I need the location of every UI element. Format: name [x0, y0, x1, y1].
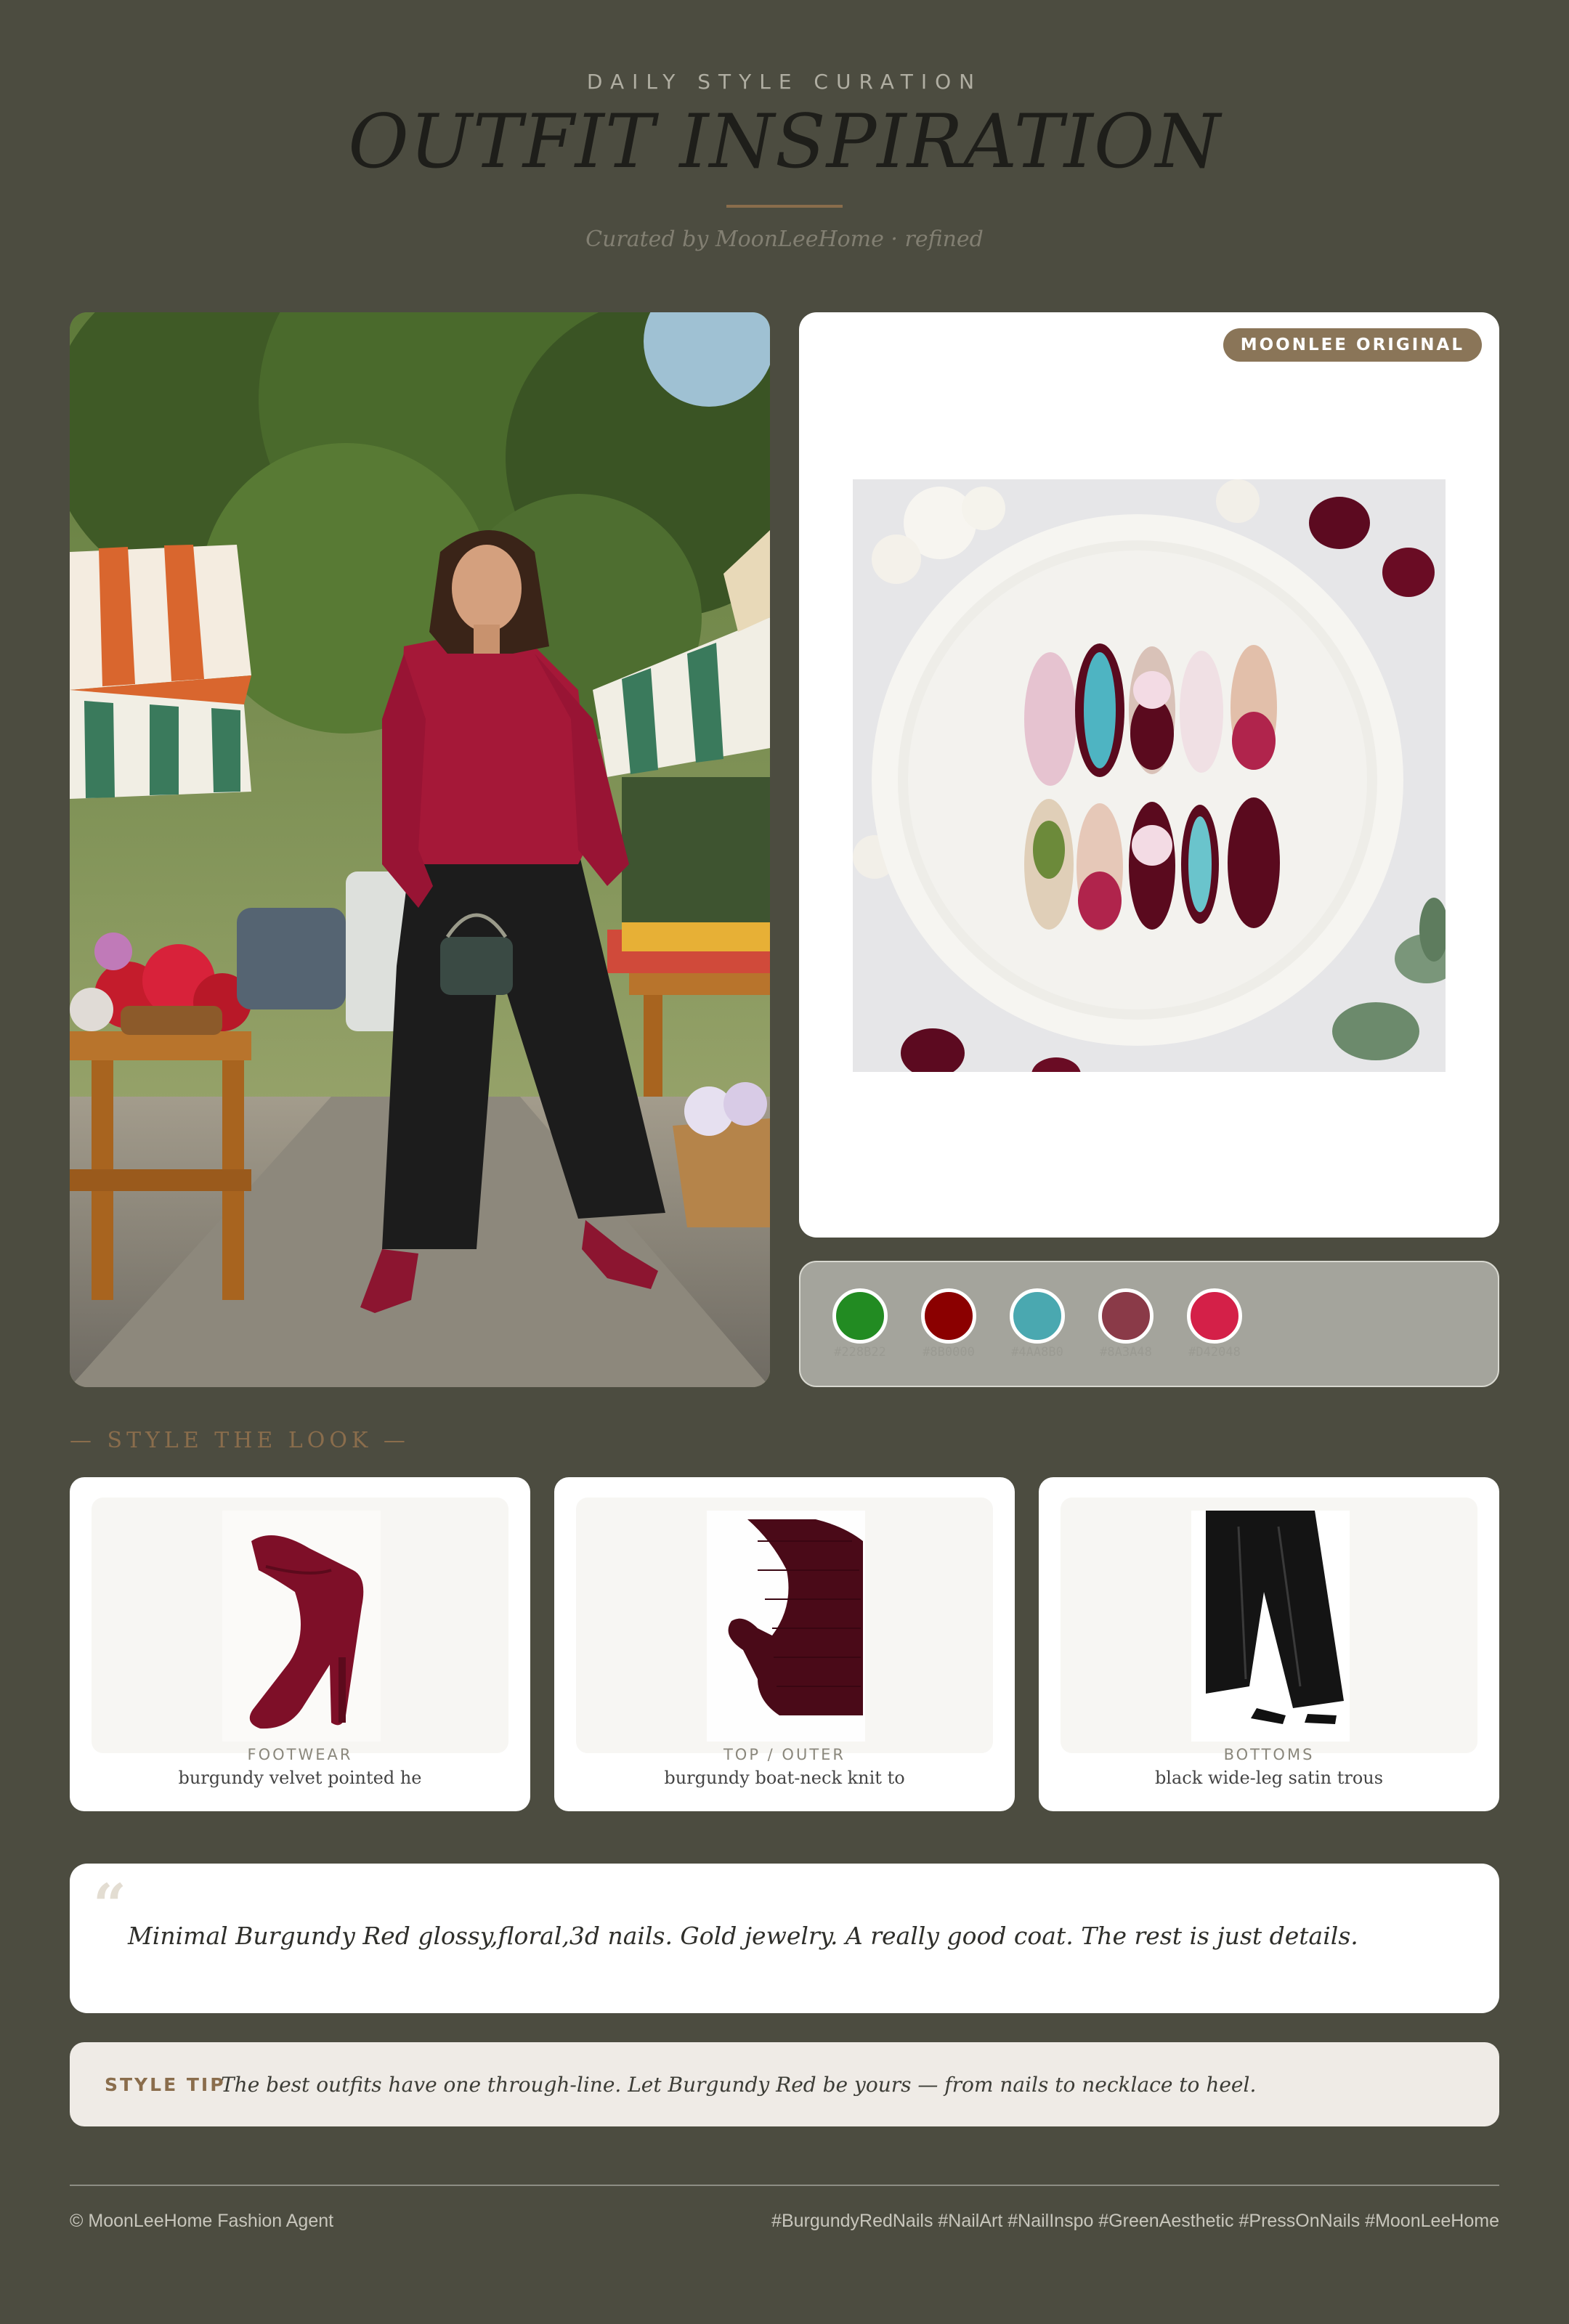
quote-text: Minimal Burgundy Red glossy,floral,3d na…	[128, 1922, 1358, 1950]
page-subtitle: Curated by MoonLeeHome · refined	[585, 227, 984, 252]
footer-hashtags[interactable]: #BurgundyRedNails #NailArt #NailInspo #G…	[771, 2211, 1499, 2232]
item-thumbnail	[92, 1498, 508, 1753]
item-card-bottoms[interactable]: BOTTOMS black wide-leg satin trous	[1039, 1477, 1499, 1811]
style-tip-banner: STYLE TIP The best outfits have one thro…	[70, 2042, 1499, 2126]
palette-swatch[interactable]	[921, 1288, 976, 1344]
trousers-icon	[1191, 1511, 1350, 1742]
item-card-footwear[interactable]: FOOTWEAR burgundy velvet pointed he	[70, 1477, 530, 1811]
item-card-top[interactable]: TOP / OUTER burgundy boat-neck knit to	[554, 1477, 1015, 1811]
item-category: TOP / OUTER	[723, 1746, 846, 1763]
nail-art-card[interactable]: MOONLEE ORIGINAL	[799, 312, 1499, 1238]
style-tip-text: The best outfits have one through-line. …	[221, 2073, 1257, 2097]
outfit-photo[interactable]	[70, 312, 770, 1387]
section-label-style-the-look: — STYLE THE LOOK —	[70, 1428, 410, 1453]
page-title: OUTFIT INSPIRATION	[348, 99, 1221, 185]
palette-hex-label: #8A3A48	[1100, 1345, 1152, 1360]
item-category: BOTTOMS	[1223, 1746, 1315, 1763]
palette-swatch[interactable]	[1187, 1288, 1242, 1344]
item-category: FOOTWEAR	[247, 1746, 353, 1763]
item-description: burgundy boat-neck knit to	[664, 1768, 905, 1788]
quote-card: “ Minimal Burgundy Red glossy,floral,3d …	[70, 1864, 1499, 2013]
original-badge: MOONLEE ORIGINAL	[1223, 328, 1482, 362]
quote-mark-icon: “	[93, 1871, 127, 1939]
outfit-photo-illustration	[70, 312, 770, 1387]
pump-shoe-icon	[222, 1511, 381, 1742]
item-description: burgundy velvet pointed he	[178, 1768, 422, 1788]
footer-credit: © MoonLeeHome Fashion Agent	[70, 2211, 334, 2231]
page-kicker: DAILY STYLE CURATION	[586, 70, 983, 94]
item-description: black wide-leg satin trous	[1154, 1768, 1384, 1788]
palette-hex-label: #8B0000	[923, 1345, 975, 1360]
palette-hex-label: #D42048	[1188, 1345, 1241, 1360]
palette-swatch[interactable]	[1098, 1288, 1154, 1344]
title-divider	[726, 205, 843, 208]
palette-swatch[interactable]	[832, 1288, 888, 1344]
footer-divider	[70, 2185, 1499, 2186]
palette-swatch[interactable]	[1010, 1288, 1065, 1344]
knit-top-icon	[707, 1511, 865, 1742]
item-thumbnail	[576, 1498, 993, 1753]
color-palette: #228B22 #8B0000 #4AA8B0 #8A3A48 #D42048	[799, 1261, 1499, 1387]
item-thumbnail	[1061, 1498, 1477, 1753]
palette-hex-label: #228B22	[834, 1345, 886, 1360]
nail-set-image	[853, 479, 1446, 1072]
style-tip-label: STYLE TIP	[105, 2074, 226, 2095]
palette-hex-label: #4AA8B0	[1011, 1345, 1063, 1360]
